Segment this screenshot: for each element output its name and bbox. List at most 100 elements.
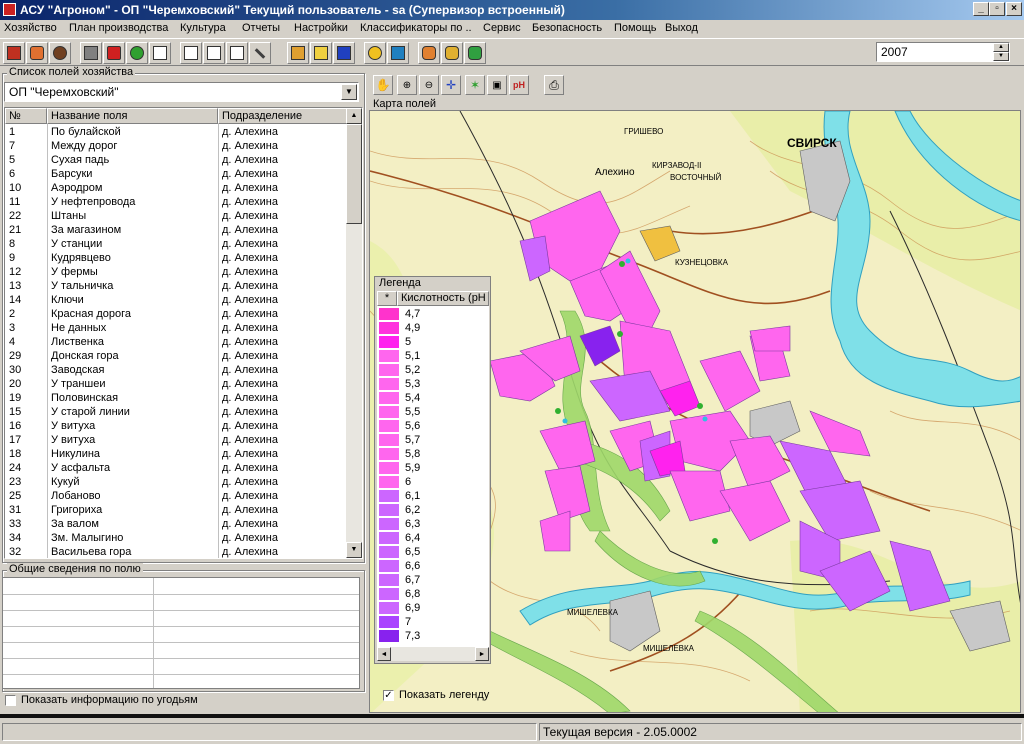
table-row[interactable]: 15 У старой линии д. Алехина xyxy=(5,405,347,419)
legend-item[interactable]: 5,3 xyxy=(377,377,489,391)
legend-item[interactable]: 6,7 xyxy=(377,573,489,587)
zoom-in-button[interactable]: ⊕ xyxy=(397,75,417,95)
table-row[interactable]: 5 Сухая падь д. Алехина xyxy=(5,153,347,167)
table-row[interactable]: 29 Донская гора д. Алехина xyxy=(5,349,347,363)
fertilizer-button[interactable] xyxy=(103,42,125,64)
maximize-button[interactable]: ▫ xyxy=(989,2,1005,16)
year-down-button[interactable]: ▼ xyxy=(993,52,1009,61)
legend-item[interactable]: 5,6 xyxy=(377,419,489,433)
menu-security[interactable]: Безопасность xyxy=(532,22,602,34)
legend-scroll-right[interactable]: ► xyxy=(475,647,489,661)
table-row[interactable]: 30 Заводская д. Алехина xyxy=(5,363,347,377)
menu-exit[interactable]: Выход xyxy=(665,22,698,34)
scroll-thumb[interactable] xyxy=(346,124,362,224)
legend-item[interactable]: 6,2 xyxy=(377,503,489,517)
scroll-up-button[interactable]: ▲ xyxy=(346,108,362,124)
show-legend-checkbox[interactable]: ✓ xyxy=(383,690,394,701)
legend-item[interactable]: 5,1 xyxy=(377,349,489,363)
users-button[interactable] xyxy=(418,42,440,64)
menu-production-plan[interactable]: План производства xyxy=(69,22,168,34)
users-group-button[interactable] xyxy=(464,42,486,64)
legend-item[interactable]: 5,2 xyxy=(377,363,489,377)
legend-item[interactable]: 4,9 xyxy=(377,321,489,335)
menu-farm[interactable]: Хозяйство xyxy=(4,22,57,34)
scroll-down-button[interactable]: ▼ xyxy=(346,542,362,558)
legend-item[interactable]: 7 xyxy=(377,615,489,629)
menu-settings[interactable]: Настройки xyxy=(294,22,348,34)
legend-item[interactable]: 5,8 xyxy=(377,447,489,461)
legend-item[interactable]: 4,7 xyxy=(377,307,489,321)
menu-classifiers[interactable]: Классификаторы по .. xyxy=(360,22,472,34)
machinery-button[interactable] xyxy=(26,42,48,64)
table-row[interactable]: 11 У нефтепровода д. Алехина xyxy=(5,195,347,209)
table-row[interactable]: 31 Григориха д. Алехина xyxy=(5,503,347,517)
legend-item[interactable]: 6,9 xyxy=(377,601,489,615)
print-button[interactable]: ⎙ xyxy=(544,75,564,95)
show-land-info-checkbox[interactable] xyxy=(5,695,16,706)
column-header-division[interactable]: Подразделение xyxy=(218,108,347,124)
table-row[interactable]: 13 У тальничка д. Алехина xyxy=(5,279,347,293)
table-row[interactable]: 9 Кудрявцево д. Алехина xyxy=(5,251,347,265)
column-header-number[interactable]: № xyxy=(5,108,47,124)
move-button[interactable]: ✛ xyxy=(441,75,461,95)
pan-button[interactable]: ✋ xyxy=(373,75,393,95)
year-spinner[interactable]: 2007 ▲ ▼ xyxy=(876,42,1010,62)
document-1-button[interactable] xyxy=(180,42,202,64)
home-button[interactable] xyxy=(287,42,309,64)
legend-ph-header[interactable]: Кислотность (pH xyxy=(397,291,489,306)
building-button[interactable] xyxy=(310,42,332,64)
minimize-button[interactable]: _ xyxy=(973,2,989,16)
menu-service[interactable]: Сервис xyxy=(483,22,521,34)
chevron-down-icon[interactable]: ▼ xyxy=(341,84,357,100)
table-row[interactable]: 10 Аэродром д. Алехина xyxy=(5,181,347,195)
table-row[interactable]: 12 У фермы д. Алехина xyxy=(5,265,347,279)
globe-button[interactable] xyxy=(126,42,148,64)
table-row[interactable]: 1 По булайской д. Алехина xyxy=(5,125,347,139)
column-header-name[interactable]: Название поля xyxy=(47,108,218,124)
calculator-button[interactable] xyxy=(80,42,102,64)
tools-button[interactable] xyxy=(249,42,271,64)
legend-item[interactable]: 5,9 xyxy=(377,461,489,475)
menu-help[interactable]: Помощь xyxy=(614,22,657,34)
legend-item[interactable]: 6,5 xyxy=(377,545,489,559)
legend-item[interactable]: 7,3 xyxy=(377,629,489,643)
table-row[interactable]: 32 Васильева гора д. Алехина xyxy=(5,545,347,558)
year-up-button[interactable]: ▲ xyxy=(993,43,1009,52)
workers-button[interactable] xyxy=(49,42,71,64)
table-row[interactable]: 8 У станции д. Алехина xyxy=(5,237,347,251)
legend-item[interactable]: 6,4 xyxy=(377,531,489,545)
zoom-out-button[interactable]: ⊖ xyxy=(419,75,439,95)
menu-reports[interactable]: Отчеты xyxy=(242,22,280,34)
legend-item[interactable]: 6,1 xyxy=(377,489,489,503)
table-row[interactable]: 19 Половинская д. Алехина xyxy=(5,391,347,405)
table-row[interactable]: 34 Зм. Малыгино д. Алехина xyxy=(5,531,347,545)
ph-button[interactable]: pH xyxy=(509,75,529,95)
select-button[interactable]: ✶ xyxy=(465,75,485,95)
legend-item[interactable]: 6,3 xyxy=(377,517,489,531)
table-row[interactable]: 23 Кукуй д. Алехина xyxy=(5,475,347,489)
legend-item[interactable]: 5,7 xyxy=(377,433,489,447)
legend-item[interactable]: 6,8 xyxy=(377,587,489,601)
table-row[interactable]: 2 Красная дорога д. Алехина xyxy=(5,307,347,321)
legend-item[interactable]: 5,4 xyxy=(377,391,489,405)
vertical-scrollbar[interactable]: ▲ ▼ xyxy=(346,108,362,558)
table-row[interactable]: 22 Штаны д. Алехина xyxy=(5,209,347,223)
legend-horizontal-scrollbar[interactable]: ◄ ► xyxy=(377,647,489,661)
legend-scroll-left[interactable]: ◄ xyxy=(377,647,391,661)
title-bar[interactable]: АСУ "Агроном" - ОП "Черемховский" Текущи… xyxy=(0,0,1024,20)
monitor-button[interactable] xyxy=(387,42,409,64)
close-button[interactable]: × xyxy=(1006,2,1022,16)
farm-select[interactable]: ОП "Черемховский" ▼ xyxy=(4,82,359,102)
menu-crop[interactable]: Культура xyxy=(180,22,226,34)
legend-item[interactable]: 6 xyxy=(377,475,489,489)
book-button[interactable] xyxy=(333,42,355,64)
document-2-button[interactable] xyxy=(203,42,225,64)
table-row[interactable]: 7 Между дорог д. Алехина xyxy=(5,139,347,153)
table-row[interactable]: 3 Не данных д. Алехина xyxy=(5,321,347,335)
table-row[interactable]: 16 У витуха д. Алехина xyxy=(5,419,347,433)
table-row[interactable]: 17 У витуха д. Алехина xyxy=(5,433,347,447)
legend-item[interactable]: 5 xyxy=(377,335,489,349)
table-row[interactable]: 25 Лобаново д. Алехина xyxy=(5,489,347,503)
clock-button[interactable] xyxy=(364,42,386,64)
table-row[interactable]: 14 Ключи д. Алехина xyxy=(5,293,347,307)
